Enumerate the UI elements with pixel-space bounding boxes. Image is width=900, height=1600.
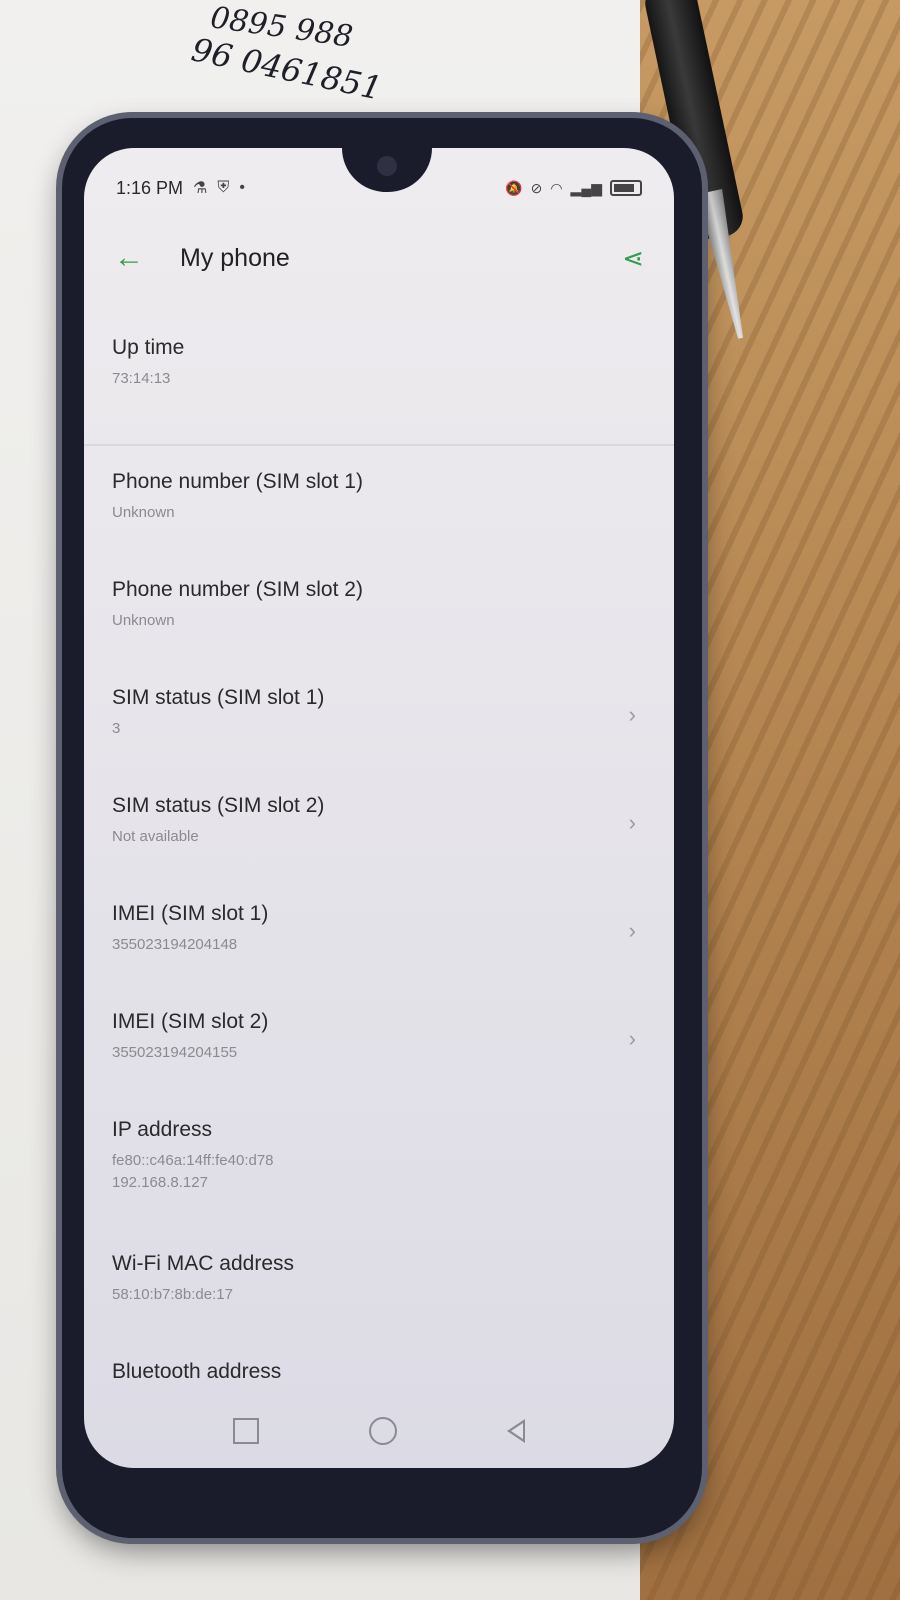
item-label: SIM status (SIM slot 2)	[112, 794, 325, 817]
item-value: Unknown	[112, 612, 175, 629]
list-item-imei-sim1[interactable]: IMEI (SIM slot 1) 355023194204148 ›	[112, 902, 646, 1010]
item-value-2: 192.168.8.127	[112, 1174, 208, 1191]
chevron-right-icon: ›	[628, 1026, 636, 1051]
item-value: 58:10:b7:8b:de:17	[112, 1286, 233, 1303]
item-value: fe80::c46a:14ff:fe40:d78	[112, 1152, 274, 1169]
phone-screen: 1:16 PM ⚗ ⛨ • 🔕 ⊘ ◠ ▂▄▆ ← My phone ⋖ Up …	[84, 148, 674, 1468]
item-label: Wi-Fi MAC address	[112, 1252, 295, 1275]
list-item-imei-sim2[interactable]: IMEI (SIM slot 2) 355023194204155 ›	[112, 1010, 646, 1118]
item-value: 3	[112, 720, 121, 737]
handwritten-note: 0895 988 96 0461851	[188, 0, 490, 120]
list-item-sim-status-sim2[interactable]: SIM status (SIM slot 2) Not available ›	[112, 794, 646, 902]
item-label: SIM status (SIM slot 1)	[112, 686, 325, 709]
front-camera	[377, 156, 397, 176]
chevron-right-icon: ›	[628, 810, 636, 835]
app-bar: ← My phone ⋖	[114, 236, 644, 280]
list-item-phone-number-sim1: Phone number (SIM slot 1) Unknown	[112, 470, 646, 578]
item-label: Up time	[112, 336, 185, 359]
list-item-wifi-mac: Wi-Fi MAC address 58:10:b7:8b:de:17	[112, 1252, 646, 1360]
back-arrow-icon[interactable]: ←	[114, 241, 154, 275]
chevron-right-icon: ›	[628, 702, 636, 727]
info-list: Up time 73:14:13 Phone number (SIM slot …	[84, 336, 674, 1468]
lab-icon: ⚗	[193, 180, 208, 197]
section-divider	[84, 444, 674, 446]
signal-icon: ▂▄▆	[570, 179, 602, 196]
item-label: IMEI (SIM slot 2)	[112, 1010, 269, 1033]
item-value: 73:14:13	[112, 370, 171, 387]
list-item-phone-number-sim2: Phone number (SIM slot 2) Unknown	[112, 578, 646, 686]
wifi-icon: ◠	[550, 179, 563, 196]
list-item-sim-status-sim1[interactable]: SIM status (SIM slot 1) 3 ›	[112, 686, 646, 794]
dot-icon: •	[239, 179, 246, 196]
page-title: My phone	[180, 243, 290, 272]
recents-square-icon[interactable]	[233, 1418, 259, 1444]
mute-icon: 🔕	[505, 179, 523, 196]
item-value: Unknown	[112, 504, 175, 521]
chevron-right-icon: ›	[628, 918, 636, 943]
status-icons: 🔕 ⊘ ◠ ▂▄▆	[505, 179, 642, 197]
item-label: Bluetooth address	[112, 1360, 282, 1383]
back-triangle-icon[interactable]	[507, 1419, 525, 1443]
list-item-ip-address: IP address fe80::c46a:14ff:fe40:d78 192.…	[112, 1118, 646, 1252]
item-value: Not available	[112, 828, 199, 845]
item-label: Phone number (SIM slot 2)	[112, 578, 363, 601]
status-bar: 1:16 PM ⚗ ⛨ • 🔕 ⊘ ◠ ▂▄▆	[116, 174, 642, 202]
item-label: IMEI (SIM slot 1)	[112, 902, 269, 925]
list-item-up-time: Up time 73:14:13	[112, 336, 646, 426]
item-value: 355023194204148	[112, 936, 238, 953]
shield-icon: ⛨	[217, 179, 230, 196]
battery-icon	[610, 179, 642, 196]
home-circle-icon[interactable]	[369, 1417, 397, 1445]
item-label: Phone number (SIM slot 1)	[112, 470, 363, 493]
dnd-icon: ⊘	[530, 179, 543, 196]
item-value: 355023194204155	[112, 1044, 238, 1061]
status-time: 1:16 PM	[116, 177, 184, 198]
item-label: IP address	[112, 1118, 213, 1141]
share-icon[interactable]: ⋖	[622, 243, 644, 274]
navigation-bar	[84, 1406, 674, 1456]
